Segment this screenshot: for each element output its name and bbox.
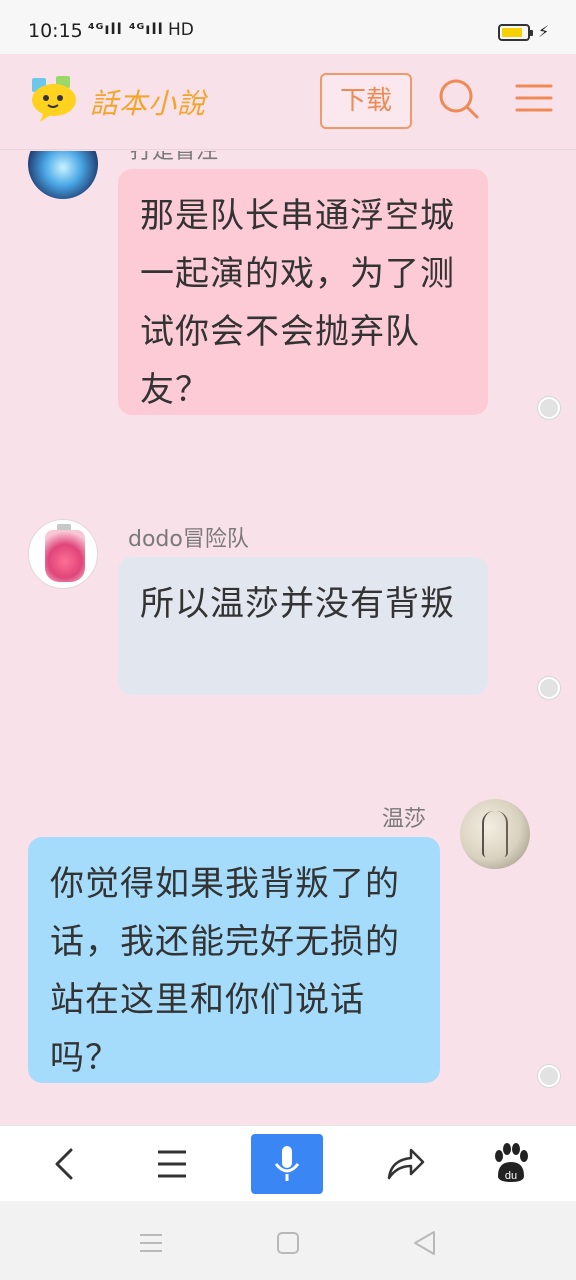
message-bubble: 所以温莎并没有背叛 xyxy=(118,557,488,695)
back-triangle-icon[interactable] xyxy=(406,1223,446,1263)
avatar[interactable] xyxy=(28,519,98,589)
back-icon[interactable] xyxy=(27,1134,99,1194)
baidu-paw-icon[interactable]: du xyxy=(474,1134,546,1194)
signal-icon: ⁴ᴳıll ⁴ᴳıll xyxy=(88,20,164,38)
message-bubble: 你觉得如果我背叛了的话，我还能完好无损的站在这里和你们说话吗？ xyxy=(28,837,440,1083)
bottle-image xyxy=(45,530,85,582)
avatar[interactable] xyxy=(28,151,98,199)
menu-icon[interactable] xyxy=(136,1134,208,1194)
message-dot xyxy=(538,677,560,699)
home-icon[interactable] xyxy=(268,1223,308,1263)
sender-name: 打是冒注 xyxy=(130,151,219,164)
battery-icon xyxy=(498,24,533,41)
battery-level xyxy=(502,28,522,37)
microphone-icon[interactable] xyxy=(251,1134,323,1194)
app-header: 話本小說 下载 xyxy=(0,54,576,150)
battery-cap xyxy=(530,30,533,36)
share-icon[interactable] xyxy=(367,1134,439,1194)
status-time: 10:15 xyxy=(28,20,83,42)
browser-toolbar: du xyxy=(0,1125,576,1201)
avatar[interactable] xyxy=(460,799,530,869)
svg-text:du: du xyxy=(505,1170,517,1182)
message-dot xyxy=(538,397,560,419)
sender-name: dodo冒险队 xyxy=(128,527,249,552)
chat-area[interactable]: 打是冒注 那是队长串通浮空城一起演的戏，为了测试你会不会抛弃队友？ dodo冒险… xyxy=(0,151,576,1125)
sketch-figure xyxy=(482,811,508,857)
logo-text[interactable]: 話本小說 xyxy=(90,82,206,122)
hamburger-menu-icon[interactable] xyxy=(514,78,554,118)
message-bubble: 那是队长串通浮空城一起演的戏，为了测试你会不会抛弃队友？ xyxy=(118,169,488,415)
hd-indicator: HD xyxy=(168,20,194,40)
search-icon[interactable] xyxy=(436,76,480,120)
sender-name: 温莎 xyxy=(382,807,427,832)
message-dot xyxy=(538,1065,560,1087)
charging-icon: ⚡ xyxy=(538,22,550,41)
logo-icon[interactable] xyxy=(26,74,82,124)
nav-bar xyxy=(0,1201,576,1280)
recent-apps-icon[interactable] xyxy=(130,1223,170,1263)
download-button[interactable]: 下载 xyxy=(320,73,412,129)
status-bar: 10:15 ⁴ᴳıll ⁴ᴳıll HD ⚡ xyxy=(0,0,576,54)
